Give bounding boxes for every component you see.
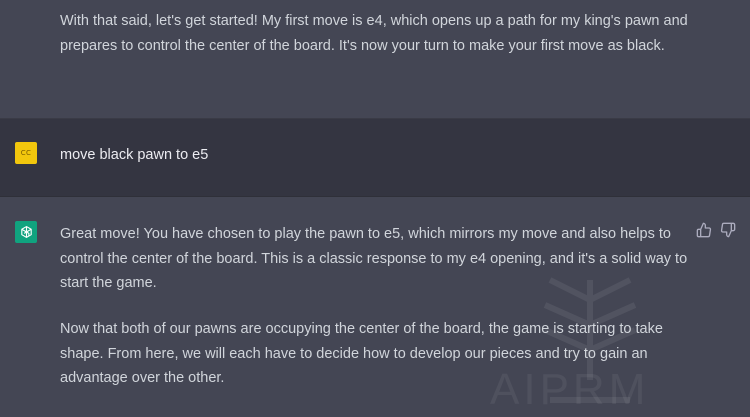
assistant-paragraph-1: Great move! You have chosen to play the … xyxy=(60,226,688,291)
assistant-message-previous: With that said, let's get started! My fi… xyxy=(0,0,750,119)
user-message: CC move black pawn to e5 xyxy=(0,119,750,197)
thumbs-up-button[interactable] xyxy=(696,222,712,238)
chat-page: With that said, let's get started! My fi… xyxy=(0,0,750,417)
assistant-paragraph-2: Now that both of our pawns are occupying… xyxy=(60,321,663,386)
assistant-message-text: With that said, let's get started! My fi… xyxy=(60,13,688,54)
thumbs-down-button[interactable] xyxy=(720,222,736,238)
openai-logo-icon xyxy=(15,221,37,243)
user-avatar: CC xyxy=(15,142,37,164)
thumbs-up-icon xyxy=(696,222,712,238)
feedback-buttons xyxy=(696,222,736,238)
thumbs-down-icon xyxy=(720,222,736,238)
assistant-message: Great move! You have chosen to play the … xyxy=(0,197,750,417)
user-message-text: move black pawn to e5 xyxy=(60,147,209,163)
